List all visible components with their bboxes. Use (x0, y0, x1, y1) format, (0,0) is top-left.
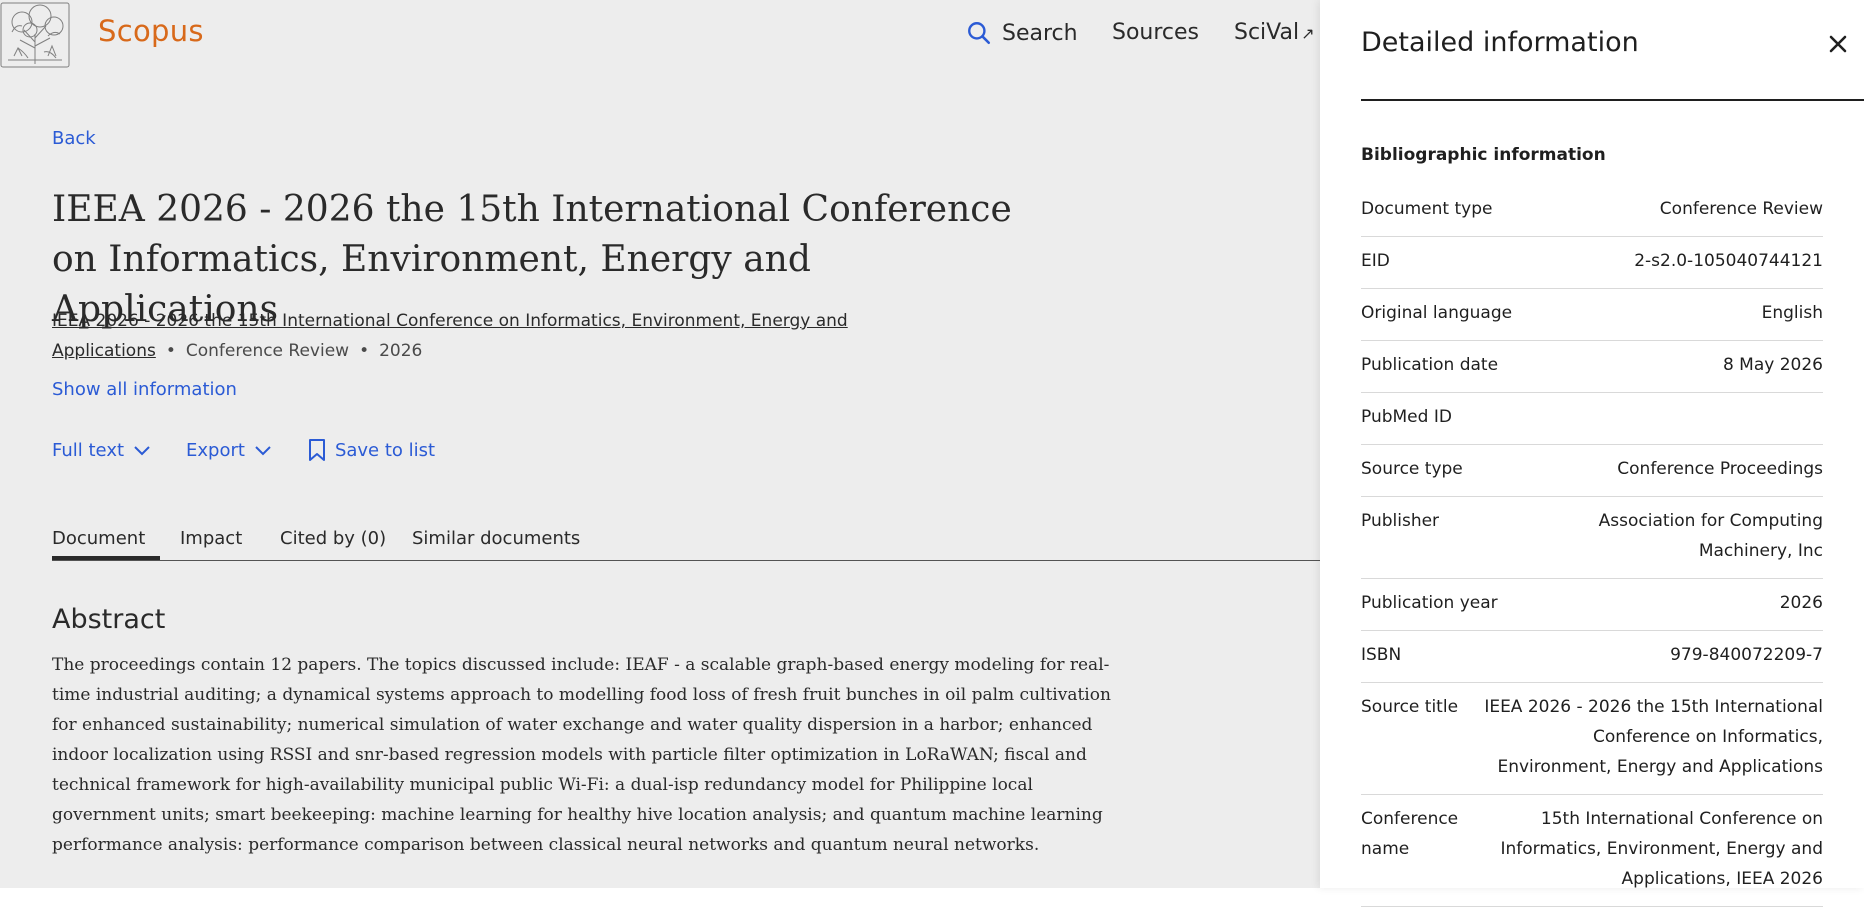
info-row-document-type: Document type Conference Review (1361, 185, 1823, 237)
info-value: 15th International Conference on Informa… (1500, 809, 1823, 889)
bibliographic-section-heading: Bibliographic information (1361, 145, 1606, 165)
panel-divider (1361, 99, 1864, 101)
info-value: Conference Proceedings (1617, 459, 1823, 479)
close-icon[interactable] (1826, 32, 1850, 56)
info-value: English (1761, 303, 1823, 323)
info-label: Document type (1361, 199, 1493, 219)
info-row-original-language: Original language English (1361, 289, 1823, 341)
info-value: 979-840072209-7 (1670, 645, 1823, 665)
info-label: Publication year (1361, 593, 1498, 613)
info-value: IEEA 2026 - 2026 the 15th International … (1484, 697, 1823, 777)
info-label: Original language (1361, 303, 1513, 323)
info-row-pubmed-id: PubMed ID (1361, 393, 1823, 445)
info-value: Conference Review (1659, 199, 1823, 219)
info-label: Publisher (1361, 511, 1440, 531)
info-label: Source type (1361, 459, 1463, 479)
info-row-source-type: Source type Conference Proceedings (1361, 445, 1823, 497)
info-row-conference-name: Conference name 15th International Confe… (1361, 795, 1823, 907)
info-row-isbn: ISBN 979-840072209-7 (1361, 631, 1823, 683)
info-label: EID (1361, 251, 1390, 271)
panel-title: Detailed information (1361, 27, 1639, 58)
info-label: Source title (1361, 697, 1459, 717)
bibliographic-list: Document type Conference Review EID 2-s2… (1361, 185, 1823, 907)
info-value: 8 May 2026 (1722, 355, 1823, 375)
info-label: PubMed ID (1361, 407, 1452, 427)
detailed-information-panel: Detailed information Bibliographic infor… (1320, 0, 1864, 907)
info-row-publication-date: Publication date 8 May 2026 (1361, 341, 1823, 393)
info-row-publication-year: Publication year 2026 (1361, 579, 1823, 631)
info-row-eid: EID 2-s2.0-105040744121 (1361, 237, 1823, 289)
info-label: ISBN (1361, 645, 1402, 665)
info-label: Conference name (1361, 809, 1459, 859)
info-row-publisher: Publisher Association for Computing Mach… (1361, 497, 1823, 579)
info-row-source-title: Source title IEEA 2026 - 2026 the 15th I… (1361, 683, 1823, 795)
info-value: 2-s2.0-105040744121 (1634, 251, 1823, 271)
info-label: Publication date (1361, 355, 1499, 375)
info-value: Association for Computing Machinery, Inc (1598, 511, 1823, 561)
modal-overlay[interactable] (0, 0, 1320, 888)
info-value: 2026 (1779, 593, 1823, 613)
